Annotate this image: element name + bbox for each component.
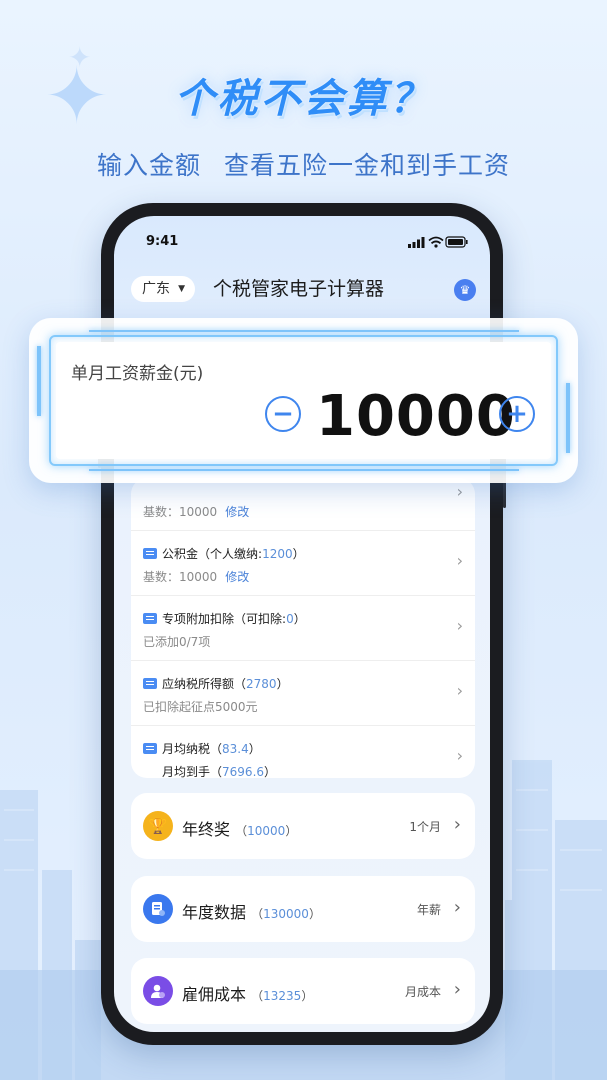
item-value: 0: [286, 612, 294, 626]
item-paren: ）: [264, 765, 277, 779]
base-value: 10000: [179, 505, 218, 519]
item-paren: （可扣除:: [234, 612, 287, 626]
app-header: 广东 ▼ 个税管家电子计算器 ♛: [114, 276, 490, 306]
chevron-right-icon: ›: [453, 979, 461, 1000]
base-label: 基数：: [143, 505, 180, 519]
annual-data-card[interactable]: 年度数据 （130000） 年薪 ›: [131, 876, 475, 942]
frame-accent: [566, 383, 570, 453]
item-paren: （: [234, 677, 247, 691]
card-value: （10000）: [235, 824, 298, 838]
item-paren: ）: [292, 547, 305, 561]
wifi-icon: [428, 236, 444, 245]
list-icon: [143, 548, 157, 559]
employment-cost-card[interactable]: 雇佣成本 （13235） 月成本 ›: [131, 958, 475, 1024]
salary-amount-input[interactable]: 10000: [316, 384, 516, 449]
document-icon: [143, 894, 173, 924]
list-item-monthly-tax[interactable]: 月均纳税（83.4） 月均到手（7696.6） ›: [131, 725, 475, 790]
item-paren: ）: [293, 612, 306, 626]
card-label: 雇佣成本: [182, 985, 247, 1004]
salary-input-label: 单月工资薪金(元): [71, 364, 204, 384]
edit-link[interactable]: 修改: [225, 505, 249, 519]
list-item-sub: 基数：10000 修改: [143, 568, 249, 585]
plus-button[interactable]: +: [499, 396, 535, 432]
battery-icon: [445, 236, 468, 248]
employee-icon: [143, 976, 173, 1006]
list-item-sub: 基数：10000 修改: [143, 503, 249, 520]
list-icon: [143, 678, 157, 689]
base-value: 10000: [179, 570, 218, 584]
chevron-right-icon: ›: [453, 897, 461, 918]
card-value: （13235）: [251, 989, 314, 1003]
list-icon: [143, 743, 157, 754]
card-label: 年终奖: [182, 820, 231, 839]
frame-accent: [89, 469, 519, 471]
item-paren: （个人缴纳:: [198, 547, 263, 561]
list-item-sub: 已添加0/7项: [143, 635, 211, 649]
list-item-taxable-income[interactable]: 应纳税所得额（2780） 已扣除起征点5000元 ›: [131, 660, 475, 725]
frame-accent: [37, 346, 41, 416]
list-icon: [143, 613, 157, 624]
chevron-right-icon: ›: [456, 746, 463, 765]
list-item-base[interactable]: 基数：10000 修改 ›: [131, 478, 475, 530]
year-end-bonus-card[interactable]: 🏆 年终奖 （10000） 1个月 ›: [131, 793, 475, 859]
region-label: 广东: [142, 281, 170, 297]
status-icons: [408, 236, 468, 248]
item-value: 1200: [262, 547, 293, 561]
tax-details-card: 基数：10000 修改 › 公积金（个人缴纳:1200） 基数：10000 修改 ›…: [131, 478, 475, 779]
card-title: 年终奖 （10000）: [182, 816, 297, 840]
chevron-right-icon: ›: [453, 814, 461, 835]
list-item-title: 专项附加扣除（可扣除:0）: [143, 610, 306, 627]
caret-down-icon: ▼: [178, 284, 185, 294]
chevron-right-icon: ›: [456, 616, 463, 635]
chevron-right-icon: ›: [456, 681, 463, 700]
status-bar: 9:41: [114, 216, 490, 266]
trophy-icon: 🏆: [143, 811, 173, 841]
promo-headline: 个税不会算？: [174, 76, 433, 122]
chevron-right-icon: ›: [456, 551, 463, 570]
item-value: 7696.6: [222, 765, 265, 779]
card-right-text: 月成本: [404, 985, 441, 999]
item-name: 月均到手: [162, 765, 211, 779]
item-name: 应纳税所得额: [162, 677, 235, 691]
list-item-housing-fund[interactable]: 公积金（个人缴纳:1200） 基数：10000 修改 ›: [131, 530, 475, 595]
item-name: 专项附加扣除: [162, 612, 235, 626]
app-title: 个税管家电子计算器: [213, 278, 385, 300]
minus-button[interactable]: −: [265, 396, 301, 432]
item-paren: ）: [276, 677, 289, 691]
card-label: 年度数据: [182, 903, 247, 922]
crown-icon[interactable]: ♛: [454, 279, 476, 301]
item-value: 83.4: [222, 742, 249, 756]
item-paren: （: [210, 742, 223, 756]
chevron-right-icon: ›: [456, 482, 463, 501]
list-item-special-deduction[interactable]: 专项附加扣除（可扣除:0） 已添加0/7项 ›: [131, 595, 475, 660]
card-right-text: 年薪: [416, 903, 441, 917]
list-item-sub: 已扣除起征点5000元: [143, 700, 258, 714]
card-title: 年度数据 （130000）: [182, 899, 321, 923]
list-item-title: 公积金（个人缴纳:1200）: [143, 545, 305, 562]
list-item-sub: 月均到手（7696.6）: [162, 763, 276, 780]
edit-link[interactable]: 修改: [225, 570, 249, 584]
region-selector[interactable]: 广东 ▼: [131, 276, 195, 302]
list-item-title: 月均纳税（83.4）: [143, 740, 261, 757]
status-time: 9:41: [146, 234, 179, 249]
item-paren: ）: [248, 742, 261, 756]
list-item-title: 应纳税所得额（2780）: [143, 675, 289, 692]
frame-accent: [89, 330, 519, 332]
item-name: 公积金: [162, 547, 199, 561]
signal-icon: [408, 237, 425, 248]
base-label: 基数：: [143, 570, 180, 584]
item-name: 月均纳税: [162, 742, 211, 756]
card-right-text: 1个月: [409, 820, 441, 834]
card-title: 雇佣成本 （13235）: [182, 981, 313, 1005]
item-value: 2780: [246, 677, 277, 691]
promo-subline: 输入金额 查看五险一金和到手工资: [97, 151, 510, 180]
card-value: （130000）: [251, 907, 321, 921]
item-paren: （: [210, 765, 223, 779]
